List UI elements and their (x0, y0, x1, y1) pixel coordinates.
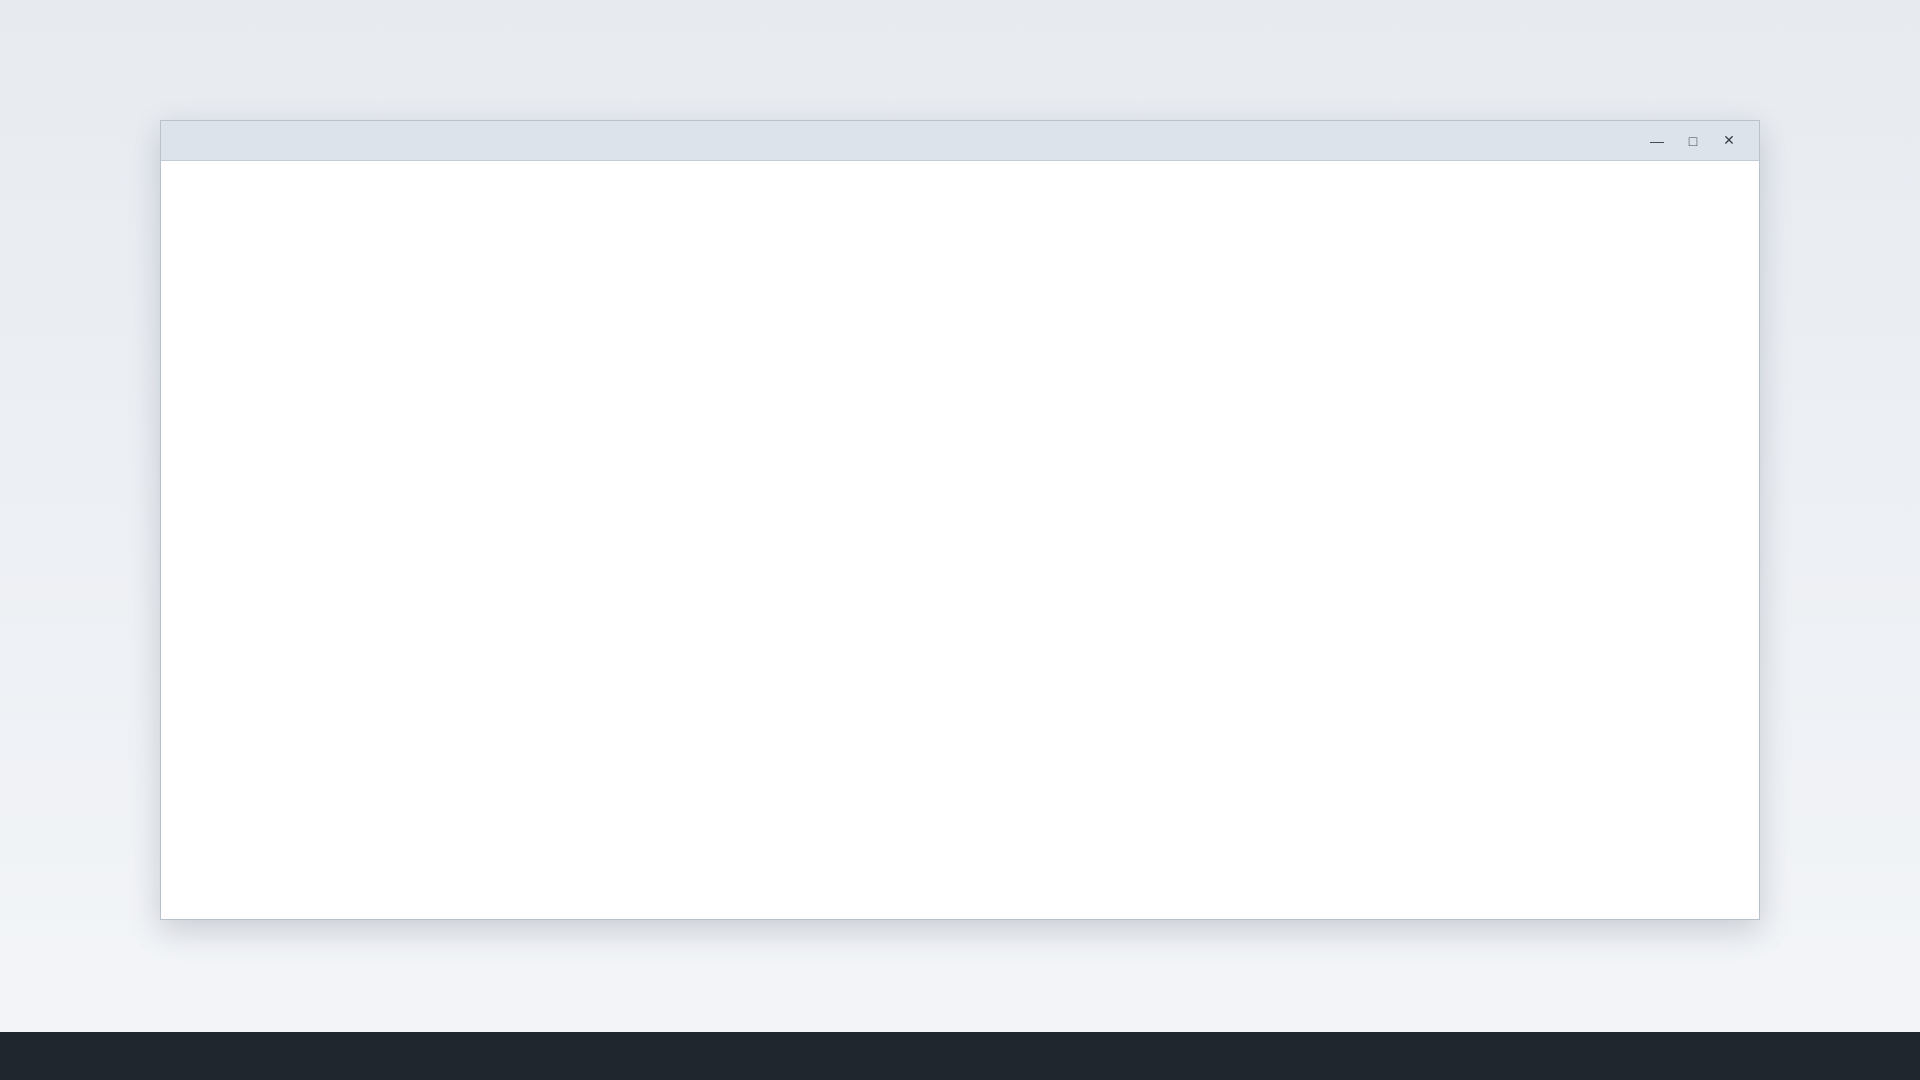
close-icon: ✕ (1723, 132, 1735, 148)
window-content (161, 161, 1759, 919)
minimize-button[interactable]: — (1639, 127, 1675, 155)
maximize-icon: □ (1688, 132, 1698, 149)
title-bar: — □ ✕ (161, 121, 1759, 161)
app-window: — □ ✕ (160, 120, 1760, 920)
close-button[interactable]: ✕ (1711, 127, 1747, 155)
maximize-button[interactable]: □ (1675, 127, 1711, 155)
taskbar (0, 1032, 1920, 1080)
minimize-icon: — (1650, 132, 1664, 149)
